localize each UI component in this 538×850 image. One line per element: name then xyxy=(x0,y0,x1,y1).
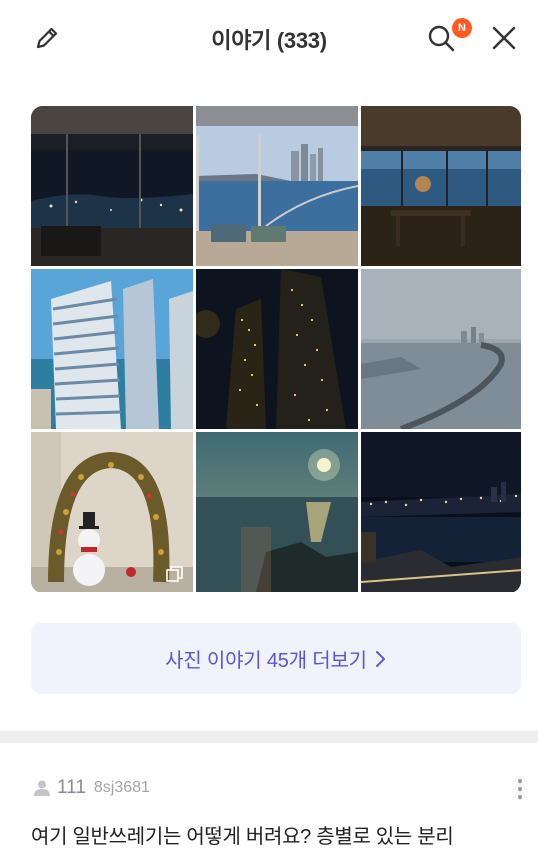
person-icon xyxy=(34,780,50,796)
photo-tile-9[interactable] xyxy=(361,432,521,592)
post-meta: 111 8sj3681 xyxy=(33,777,150,799)
photo-grid xyxy=(31,106,521,593)
photo-tile-8[interactable] xyxy=(196,432,358,592)
more-photo-stories-label: 사진 이야기 45개 더보기 xyxy=(165,650,367,672)
multi-photo-icon xyxy=(166,566,183,582)
header: 이야기 (333) N xyxy=(0,0,538,76)
photo-tile-5[interactable] xyxy=(196,269,358,429)
photo-tile-7[interactable] xyxy=(31,432,193,592)
photo-tile-1[interactable] xyxy=(31,106,193,266)
close-icon xyxy=(492,26,516,50)
post-item[interactable]: 111 8sj3681 여기 일반쓰레기는 어떻게 버려요? 층별로 있는 분리 xyxy=(0,743,538,850)
photo-8-image xyxy=(196,432,358,592)
more-photo-stories-button[interactable]: 사진 이야기 45개 더보기 xyxy=(31,623,521,694)
new-badge: N xyxy=(452,18,472,38)
kebab-menu-icon xyxy=(517,778,523,800)
photo-6-image xyxy=(361,269,521,429)
photo-tile-3[interactable] xyxy=(361,106,521,266)
photo-2-image xyxy=(196,106,358,266)
post-floor: 111 xyxy=(57,777,86,798)
post-author: 8sj3681 xyxy=(93,779,150,796)
photo-tile-6[interactable] xyxy=(361,269,521,429)
chevron-right-icon xyxy=(375,650,385,667)
photo-tile-4[interactable] xyxy=(31,269,193,429)
photo-1-image xyxy=(31,106,193,266)
photo-3-image xyxy=(361,106,521,266)
post-menu-button[interactable] xyxy=(510,777,530,801)
section-divider xyxy=(0,731,538,743)
photo-9-image xyxy=(361,432,521,592)
photo-4-image xyxy=(31,269,193,429)
photo-tile-2[interactable] xyxy=(196,106,358,266)
post-text: 여기 일반쓰레기는 어떻게 버려요? 층별로 있는 분리 xyxy=(31,826,454,848)
close-button[interactable] xyxy=(484,18,524,58)
photo-5-image xyxy=(196,269,358,429)
